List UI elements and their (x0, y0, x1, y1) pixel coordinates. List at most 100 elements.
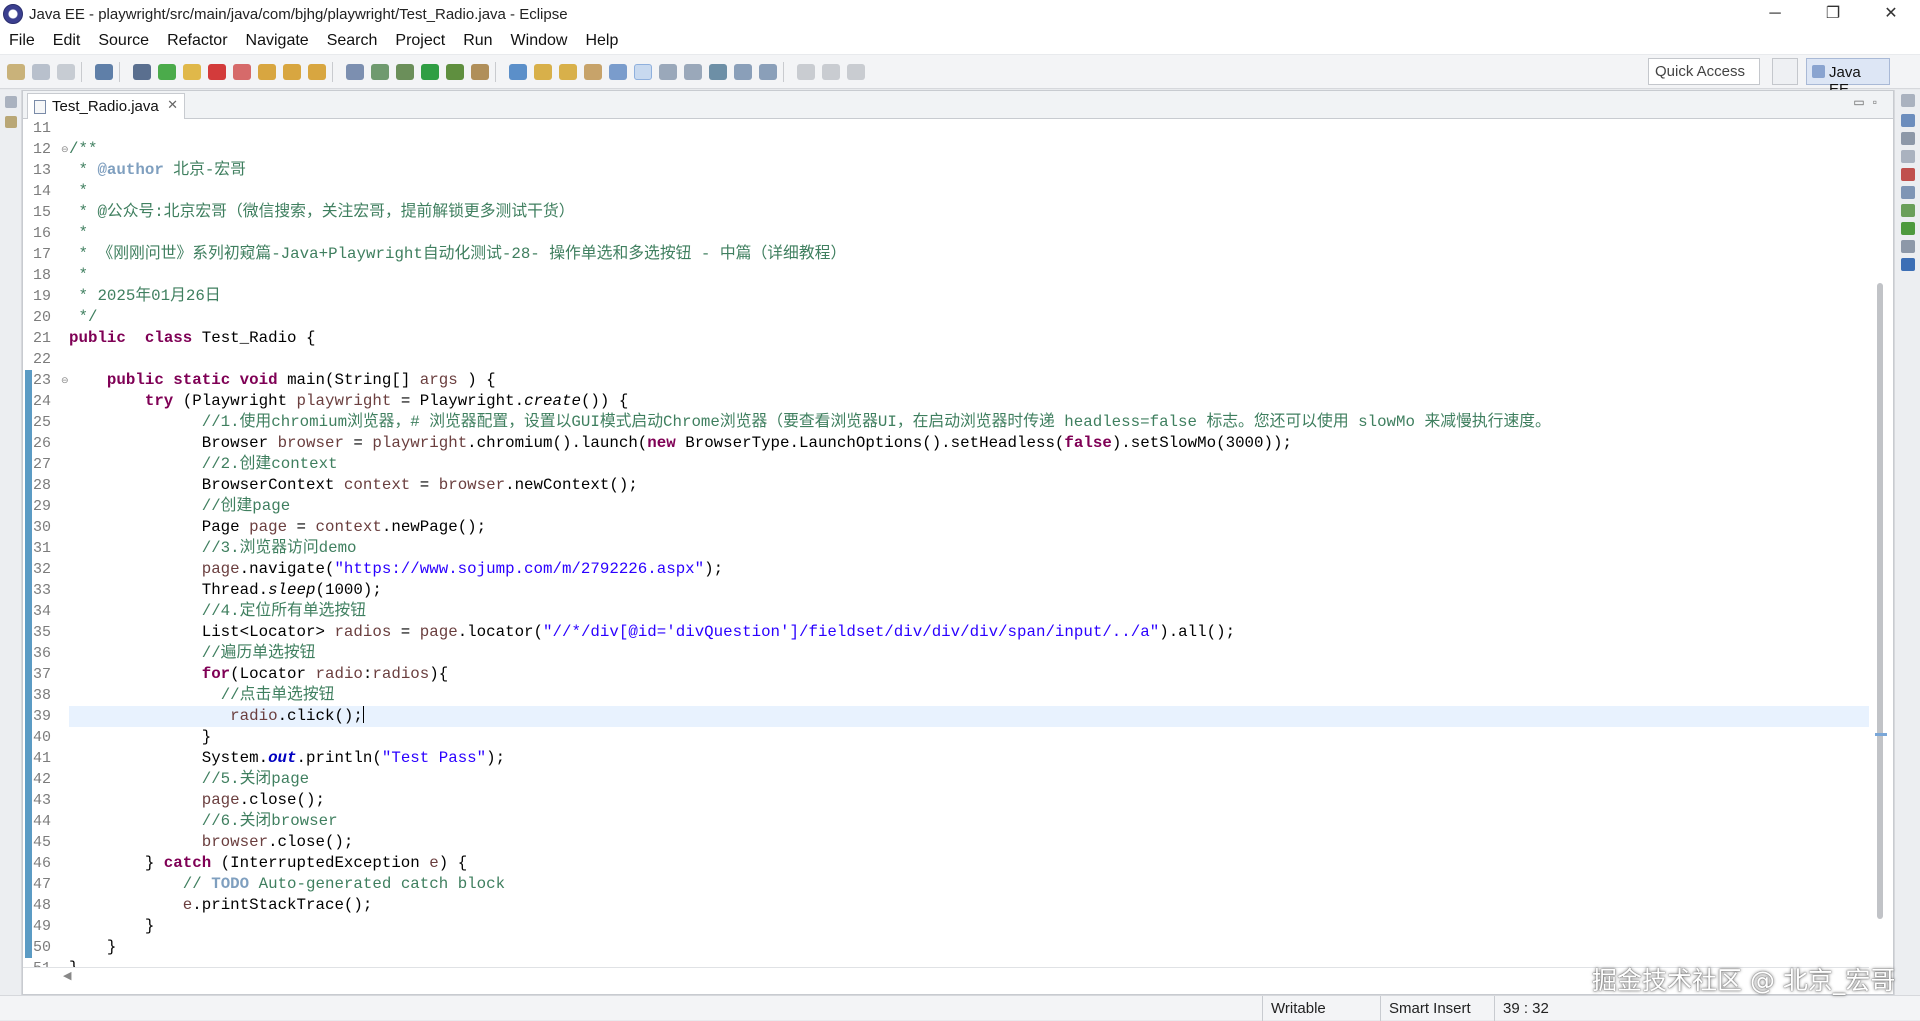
step-return-icon[interactable] (308, 63, 326, 80)
open-task-icon[interactable] (584, 63, 602, 80)
editor-min-max-controls[interactable]: ▭▫ (1853, 95, 1885, 109)
server-icon[interactable] (346, 63, 364, 80)
terminal-icon[interactable] (95, 63, 113, 80)
code-line[interactable]: page.close(); (69, 790, 1869, 811)
restore-view-icon-2[interactable] (1901, 150, 1915, 163)
menu-navigate[interactable]: Navigate (237, 32, 318, 50)
scrollbar-thumb[interactable] (1877, 283, 1883, 919)
code-line[interactable]: //1.使用chromium浏览器，# 浏览器配置，设置以GUI模式启动Chro… (69, 412, 1869, 433)
menu-window[interactable]: Window (502, 32, 577, 50)
code-line[interactable]: //创建page (69, 496, 1869, 517)
debug-icon[interactable] (396, 63, 414, 80)
show-whitespace-icon[interactable] (684, 63, 702, 80)
restore-view-icon[interactable] (1901, 94, 1915, 107)
menu-help[interactable]: Help (576, 32, 627, 50)
menu-refactor[interactable]: Refactor (158, 32, 236, 50)
code-line[interactable] (69, 349, 1869, 370)
tab-close-icon[interactable]: ✕ (167, 97, 178, 113)
code-line[interactable]: for(Locator radio:radios){ (69, 664, 1869, 685)
properties-icon[interactable] (1901, 186, 1915, 199)
search-icon[interactable] (609, 63, 627, 80)
java-ee-perspective-button[interactable]: Java EE (1806, 58, 1890, 98)
overview-task-marker[interactable] (1875, 733, 1887, 736)
minimize-button[interactable]: ─ (1746, 0, 1804, 28)
code-line[interactable]: * (69, 265, 1869, 286)
code-line[interactable]: //遍历单选按钮 (69, 643, 1869, 664)
restore-view-icon[interactable] (5, 96, 17, 108)
package-explorer-icon[interactable] (5, 116, 17, 128)
code-line[interactable]: BrowserContext context = browser.newCont… (69, 475, 1869, 496)
disconnect-icon[interactable] (233, 63, 251, 80)
code-line[interactable]: public class Test_Radio { (69, 328, 1869, 349)
code-line[interactable]: } catch (InterruptedException e) { (69, 853, 1869, 874)
code-line[interactable]: * (69, 223, 1869, 244)
code-line[interactable]: Page page = context.newPage(); (69, 517, 1869, 538)
previous-annotation-icon[interactable] (759, 63, 777, 80)
fold-toggle-icon[interactable]: ⊖ (61, 139, 69, 160)
toggle-block-selection-icon[interactable] (659, 63, 677, 80)
code-line[interactable]: // TODO Auto-generated catch block (69, 874, 1869, 895)
code-line[interactable]: //点击单选按钮 (69, 685, 1869, 706)
fold-toggle-icon[interactable]: ⊖ (61, 370, 69, 391)
menu-project[interactable]: Project (386, 32, 454, 50)
code-line[interactable]: * @author 北京-宏哥 (69, 160, 1869, 181)
console-icon[interactable] (1901, 258, 1915, 271)
menu-search[interactable]: Search (318, 32, 387, 50)
snippets-icon[interactable] (1901, 240, 1915, 253)
code-line[interactable]: try (Playwright playwright = Playwright.… (69, 391, 1869, 412)
menu-file[interactable]: File (0, 32, 44, 50)
open-perspective-button[interactable] (1772, 58, 1798, 85)
code-line[interactable]: } (69, 727, 1869, 748)
resume-icon[interactable] (158, 63, 176, 80)
suspend-icon[interactable] (183, 63, 201, 80)
back-icon[interactable] (822, 63, 840, 80)
code-line[interactable]: * @公众号:北京宏哥（微信搜索，关注宏哥，提前解锁更多测试干货） (69, 202, 1869, 223)
terminate-icon[interactable] (208, 63, 226, 80)
task-list-icon[interactable] (1901, 132, 1915, 145)
code-line[interactable]: * 《刚刚问世》系列初窥篇-Java+Playwright自动化测试-28- 操… (69, 244, 1869, 265)
last-edit-icon[interactable] (797, 63, 815, 80)
menu-source[interactable]: Source (89, 32, 158, 50)
markers-icon[interactable] (1901, 168, 1915, 181)
code-line[interactable]: */ (69, 307, 1869, 328)
quick-access-input[interactable]: Quick Access (1648, 58, 1760, 85)
code-line[interactable]: Thread.sleep(1000); (69, 580, 1869, 601)
current-code-line[interactable]: radio.click(); (69, 706, 1869, 727)
code-line[interactable]: browser.close(); (69, 832, 1869, 853)
scroll-left-icon[interactable]: ◀ (63, 969, 71, 982)
new-package-icon[interactable] (534, 63, 552, 80)
new-java-project-icon[interactable] (509, 63, 527, 80)
step-into-icon[interactable] (258, 63, 276, 80)
code-line[interactable]: public static void main(String[] args ) … (69, 370, 1869, 391)
code-line[interactable]: List<Locator> radios = page.locator("//*… (69, 622, 1869, 643)
code-line[interactable]: Browser browser = playwright.chromium().… (69, 433, 1869, 454)
servers-icon[interactable] (1901, 204, 1915, 217)
save-all-icon[interactable] (57, 63, 75, 80)
code-line[interactable]: * 2025年01月26日 (69, 286, 1869, 307)
code-line[interactable] (69, 121, 1869, 139)
editor-tab-test-radio[interactable]: Test_Radio.java ✕ (27, 93, 185, 119)
toggle-mark-occurrences-icon[interactable] (634, 63, 652, 80)
vertical-scrollbar[interactable] (1869, 121, 1891, 967)
external-tools-icon[interactable] (471, 63, 489, 80)
new-icon[interactable] (7, 63, 25, 80)
code-line[interactable]: page.navigate("https://www.sojump.com/m/… (69, 559, 1869, 580)
data-source-icon[interactable] (1901, 222, 1915, 235)
code-line[interactable]: //6.关闭browser (69, 811, 1869, 832)
close-button[interactable]: ✕ (1862, 0, 1920, 28)
source-lines[interactable]: /** * @author 北京-宏哥 * * @公众号:北京宏哥（微信搜索，关… (69, 121, 1869, 967)
outline-icon[interactable] (1901, 114, 1915, 127)
code-line[interactable]: /** (69, 139, 1869, 160)
status-insert-mode[interactable]: Smart Insert (1380, 996, 1492, 1021)
skip-breakpoints-icon[interactable] (133, 63, 151, 80)
save-icon[interactable] (32, 63, 50, 80)
menu-edit[interactable]: Edit (44, 32, 90, 50)
next-annotation-icon[interactable] (734, 63, 752, 80)
code-line[interactable]: * (69, 181, 1869, 202)
code-line[interactable]: e.printStackTrace(); (69, 895, 1869, 916)
step-over-icon[interactable] (283, 63, 301, 80)
open-type-icon[interactable] (559, 63, 577, 80)
menu-run[interactable]: Run (454, 32, 501, 50)
forward-icon[interactable] (847, 63, 865, 80)
coverage-icon[interactable] (446, 63, 464, 80)
